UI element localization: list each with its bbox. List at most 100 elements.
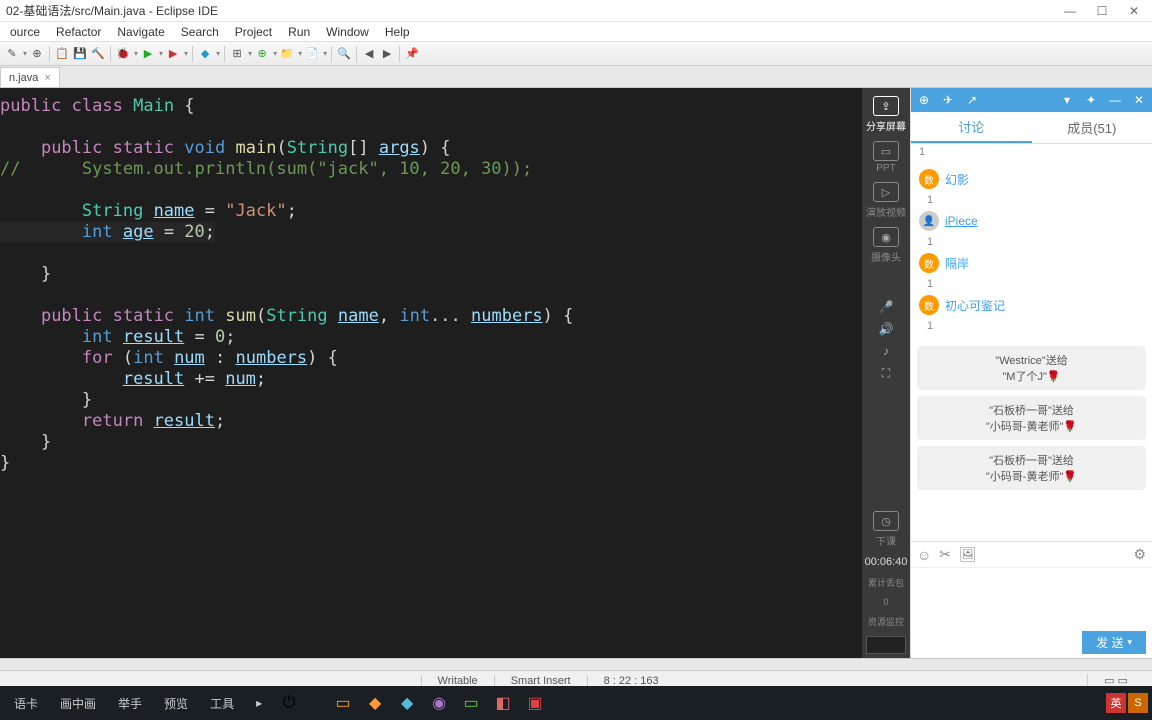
task-item[interactable]: 举手 <box>108 689 152 717</box>
task-arrow[interactable]: ▸ <box>246 689 272 717</box>
task-item[interactable]: 预览 <box>154 689 198 717</box>
task-item[interactable]: 工具 <box>200 689 244 717</box>
run-icon[interactable]: ▶ <box>140 46 156 62</box>
gear-icon[interactable]: ⚙ <box>1133 546 1146 563</box>
packet-loss-label: 累计丢包 <box>868 576 904 589</box>
plane-icon[interactable]: ✈ <box>941 93 955 107</box>
coverage-icon[interactable]: ▶ <box>165 46 181 62</box>
packet-loss-value: 0 <box>883 597 888 607</box>
mic-button[interactable]: 🎤 <box>866 300 906 314</box>
image-icon[interactable]: 🖼 <box>959 546 977 563</box>
emoji-icon[interactable]: ☺ <box>917 547 931 563</box>
star-icon[interactable]: ✦ <box>1084 93 1098 107</box>
debug-icon[interactable]: 🐞 <box>115 46 131 62</box>
participant-row[interactable]: 数 幻影 <box>919 166 1144 192</box>
tab-members[interactable]: 成员(51) <box>1032 112 1152 143</box>
play-video-button[interactable]: ▷ 演放视频 <box>866 182 906 219</box>
back-icon[interactable]: ◀ <box>361 46 377 62</box>
participant-row[interactable]: 数 初心可鉴记 <box>919 292 1144 318</box>
build-icon[interactable]: 🔨 <box>90 46 106 62</box>
status-position: 8 : 22 : 163 <box>587 675 675 687</box>
workspace: public class Main { public static void m… <box>0 88 1152 658</box>
menu-search[interactable]: Search <box>173 25 227 39</box>
volume-button[interactable]: 🔊 <box>866 322 906 336</box>
participant-row[interactable]: 👤 iPiece <box>919 208 1144 234</box>
gift-message: "石板桥一哥"送给 "小码哥-黄老师"🌹 <box>917 446 1146 490</box>
new-pkg-icon[interactable]: ⊞ <box>229 46 245 62</box>
menu-run[interactable]: Run <box>280 25 318 39</box>
task-item[interactable]: 画中画 <box>50 689 106 717</box>
end-class-button[interactable]: ◷ 下课 <box>866 511 906 548</box>
share-screen-button[interactable]: ⇪ 分享屏幕 <box>866 96 906 133</box>
compass-icon[interactable]: ⊕ <box>917 93 931 107</box>
dropdown-icon[interactable]: ▾ <box>1060 93 1074 107</box>
camera-icon: ◉ <box>873 227 899 247</box>
paste-icon[interactable]: 📋 <box>54 46 70 62</box>
app-icon-6[interactable]: ◧ <box>488 689 518 717</box>
code-editor[interactable]: public class Main { public static void m… <box>0 88 862 658</box>
ppt-icon: ▭ <box>873 141 899 161</box>
new-file-icon[interactable]: 📄 <box>304 46 320 62</box>
music-button[interactable]: ♪ <box>866 344 906 358</box>
editor-tabs: n.java × <box>0 66 1152 88</box>
app-icon-5[interactable]: ▭ <box>456 689 486 717</box>
search-icon[interactable]: 🔍 <box>336 46 352 62</box>
camera-button[interactable]: ◉ 摄像头 <box>866 227 906 264</box>
minimize-button[interactable]: — <box>1058 3 1082 19</box>
menu-project[interactable]: Project <box>227 25 280 39</box>
ime-indicator[interactable]: 英 <box>1106 693 1126 713</box>
status-insert: Smart Insert <box>494 675 587 687</box>
taskbar: 语卡 画中画 举手 预览 工具 ▸ ⏻ ▭ ◆ ◆ ◉ ▭ ◧ ▣ 英 S <box>0 686 1152 720</box>
broadcast-sidebar: ⇪ 分享屏幕 ▭ PPT ▷ 演放视频 ◉ 摄像头 🎤 🔊 ♪ ⛶ ◷ <box>862 88 910 658</box>
open-type-icon[interactable]: ⊕ <box>29 46 45 62</box>
messages-area: "Westrice"送给 "M了个J"🌹 "石板桥一哥"送给 "小码哥-黄老师"… <box>911 340 1152 541</box>
menu-refactor[interactable]: Refactor <box>48 25 109 39</box>
chat-minimize-icon[interactable]: — <box>1108 93 1122 107</box>
ime-indicator-2[interactable]: S <box>1128 693 1148 713</box>
avatar: 数 <box>919 295 939 315</box>
menu-source[interactable]: ource <box>2 25 48 39</box>
wand-icon[interactable]: ✎ <box>4 46 20 62</box>
chat-input[interactable] <box>911 567 1152 627</box>
tab-close-icon[interactable]: × <box>44 72 50 84</box>
chat-close-icon[interactable]: ✕ <box>1132 93 1146 107</box>
send-button[interactable]: 发 送▾ <box>1082 631 1146 654</box>
pin-icon[interactable]: 📌 <box>404 46 420 62</box>
tab-discuss[interactable]: 讨论 <box>911 112 1032 143</box>
ext-icon[interactable]: ◆ <box>197 46 213 62</box>
editor-tab-main[interactable]: n.java × <box>0 67 60 87</box>
new-folder-icon[interactable]: 📁 <box>279 46 295 62</box>
task-item[interactable]: 语卡 <box>4 689 48 717</box>
timer-icon: ◷ <box>873 511 899 531</box>
scissors-icon[interactable]: ✂ <box>939 546 951 563</box>
maximize-button[interactable]: ☐ <box>1090 3 1114 19</box>
power-icon[interactable]: ⏻ <box>274 689 304 717</box>
avatar: 数 <box>919 253 939 273</box>
participants-list: 数 幻影 1 👤 iPiece 1 数 隔岸 1 数 初心可鉴记 1 <box>911 160 1152 340</box>
close-button[interactable]: ✕ <box>1122 3 1146 19</box>
chat-tabs: 讨论 成员(51) <box>911 112 1152 144</box>
resource-label: 资源监控 <box>868 615 904 628</box>
ppt-button[interactable]: ▭ PPT <box>866 141 906 174</box>
share-out-icon[interactable]: ↗ <box>965 93 979 107</box>
share-icon: ⇪ <box>873 96 899 116</box>
app-icon-2[interactable]: ◆ <box>360 689 390 717</box>
eclipse-icon[interactable]: ◉ <box>424 689 454 717</box>
expand-button[interactable]: ⛶ <box>866 366 906 381</box>
new-class-icon[interactable]: ⊕ <box>254 46 270 62</box>
top-count: 1 <box>911 144 1152 160</box>
menu-help[interactable]: Help <box>377 25 418 39</box>
horizontal-scrollbar[interactable] <box>0 658 1152 670</box>
participant-row[interactable]: 数 隔岸 <box>919 250 1144 276</box>
chat-panel: ⊕ ✈ ↗ ▾ ✦ — ✕ 讨论 成员(51) 1 数 幻影 1 <box>910 88 1152 658</box>
status-writable: Writable <box>421 675 494 687</box>
menu-window[interactable]: Window <box>318 25 377 39</box>
play-icon: ▷ <box>873 182 899 202</box>
menu-navigate[interactable]: Navigate <box>109 25 172 39</box>
forward-icon[interactable]: ▶ <box>379 46 395 62</box>
app-icon-1[interactable]: ▭ <box>328 689 358 717</box>
app-icon-3[interactable]: ◆ <box>392 689 422 717</box>
save-icon[interactable]: 💾 <box>72 46 88 62</box>
menu-bar: ource Refactor Navigate Search Project R… <box>0 22 1152 42</box>
powerpoint-icon[interactable]: ▣ <box>520 689 550 717</box>
